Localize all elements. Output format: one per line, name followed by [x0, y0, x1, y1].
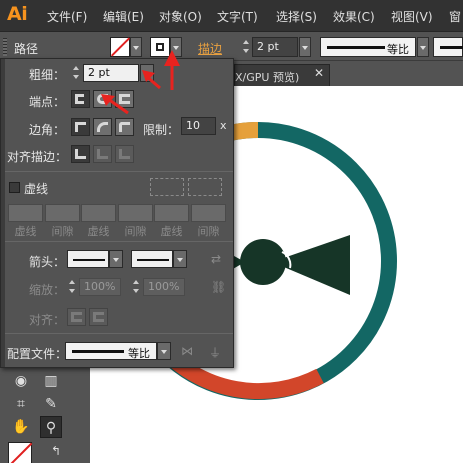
annotation-arrow-round-cap	[107, 97, 129, 115]
illustrator-window: { "app": { "logo": "Ai" }, "menu": [ { "…	[0, 0, 463, 463]
annotation-arrows	[101, 50, 180, 115]
annotation-arrow-group	[101, 50, 180, 115]
annotation-arrowhead	[164, 50, 180, 66]
